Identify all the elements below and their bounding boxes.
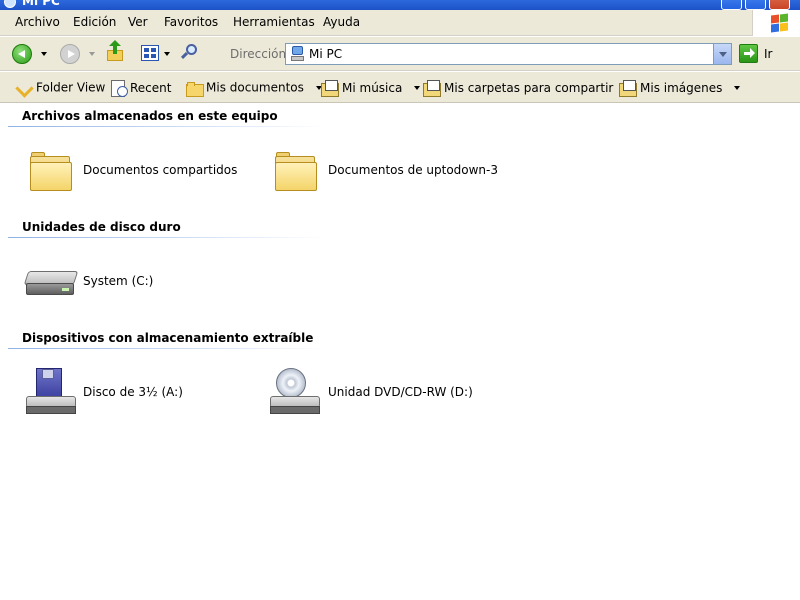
group-divider	[8, 126, 326, 127]
forward-arrow-icon[interactable]	[60, 44, 80, 64]
menu-ver[interactable]: Ver	[128, 15, 148, 29]
file-view[interactable]: Archivos almacenados en este equipo Docu…	[0, 104, 800, 600]
menu-edicion[interactable]: Edición	[73, 15, 116, 29]
links-bar: Folder View Recent Mis documentos Mi mús…	[0, 72, 800, 103]
link-mis-imagenes[interactable]: Mis imágenes	[619, 80, 741, 97]
group-header-stored-files: Archivos almacenados en este equipo	[22, 109, 278, 123]
window-title: Mi PC	[22, 0, 60, 8]
search-icon[interactable]	[180, 44, 198, 62]
go-arrow-icon	[739, 44, 758, 63]
menu-favoritos[interactable]: Favoritos	[164, 15, 218, 29]
hard-drive-icon	[23, 261, 80, 303]
link-mis-documentos[interactable]: Mis documentos	[186, 80, 322, 97]
music-folder-icon	[321, 80, 339, 97]
back-arrow-icon[interactable]	[12, 44, 32, 64]
my-computer-icon	[291, 46, 305, 62]
folder-icon	[273, 150, 319, 192]
item-label: System (C:)	[83, 274, 154, 288]
link-mi-musica[interactable]: Mi música	[321, 80, 421, 97]
chevron-down-icon[interactable]	[414, 86, 421, 90]
go-button[interactable]: Ir	[737, 43, 793, 65]
menu-ayuda[interactable]: Ayuda	[323, 15, 360, 29]
link-label: Recent	[130, 81, 172, 95]
chevron-down-icon[interactable]	[734, 86, 741, 90]
group-divider	[8, 348, 326, 349]
views-icon[interactable]	[141, 45, 159, 61]
maximize-button[interactable]	[745, 0, 766, 10]
link-label: Mis documentos	[206, 80, 304, 95]
menu-archivo[interactable]: Archivo	[15, 15, 60, 29]
views-dropdown-icon[interactable]	[164, 52, 170, 56]
menu-bar: Archivo Edición Ver Favoritos Herramient…	[0, 10, 800, 36]
my-computer-app-icon	[4, 0, 16, 8]
floppy-drive-icon	[24, 368, 80, 418]
folder-icon	[186, 81, 204, 97]
item-label: Disco de 3½ (A:)	[83, 385, 183, 399]
pictures-folder-icon	[619, 80, 637, 97]
menu-herramientas[interactable]: Herramientas	[233, 15, 315, 29]
item-label: Unidad DVD/CD-RW (D:)	[328, 385, 473, 399]
link-label: Mis carpetas para compartir	[444, 81, 614, 95]
forward-dropdown-icon[interactable]	[89, 52, 95, 56]
item-label: Documentos compartidos	[83, 163, 238, 177]
up-folder-icon[interactable]	[107, 40, 125, 62]
address-dropdown-button[interactable]	[713, 44, 731, 64]
go-label: Ir	[764, 47, 773, 61]
standard-toolbar: Dirección Mi PC Ir	[0, 37, 800, 71]
recent-icon	[111, 80, 128, 97]
link-folder-view[interactable]: Folder View	[17, 80, 105, 95]
dvd-drive-icon	[268, 368, 324, 418]
link-mis-carpetas-para-compartir[interactable]: Mis carpetas para compartir	[423, 80, 632, 97]
link-label: Mi música	[342, 81, 403, 95]
windows-logo-icon	[752, 10, 800, 36]
link-label: Mis imágenes	[640, 81, 723, 95]
minimize-button[interactable]	[721, 0, 742, 10]
shared-folder-icon	[423, 80, 441, 97]
folder-view-icon	[17, 81, 33, 95]
address-field[interactable]: Mi PC	[285, 43, 732, 65]
link-label: Folder View	[36, 80, 106, 95]
address-value[interactable]: Mi PC	[309, 47, 342, 61]
folder-icon	[28, 150, 74, 192]
back-dropdown-icon[interactable]	[41, 52, 47, 56]
close-button[interactable]	[769, 0, 790, 10]
item-label: Documentos de uptodown-3	[328, 163, 499, 177]
address-label: Dirección	[230, 47, 287, 61]
group-divider	[8, 237, 326, 238]
group-header-removable-storage: Dispositivos con almacenamiento extraíbl…	[22, 331, 314, 345]
group-header-hard-drives: Unidades de disco duro	[22, 220, 181, 234]
link-recent[interactable]: Recent	[111, 80, 172, 97]
title-bar[interactable]: Mi PC	[0, 0, 800, 10]
